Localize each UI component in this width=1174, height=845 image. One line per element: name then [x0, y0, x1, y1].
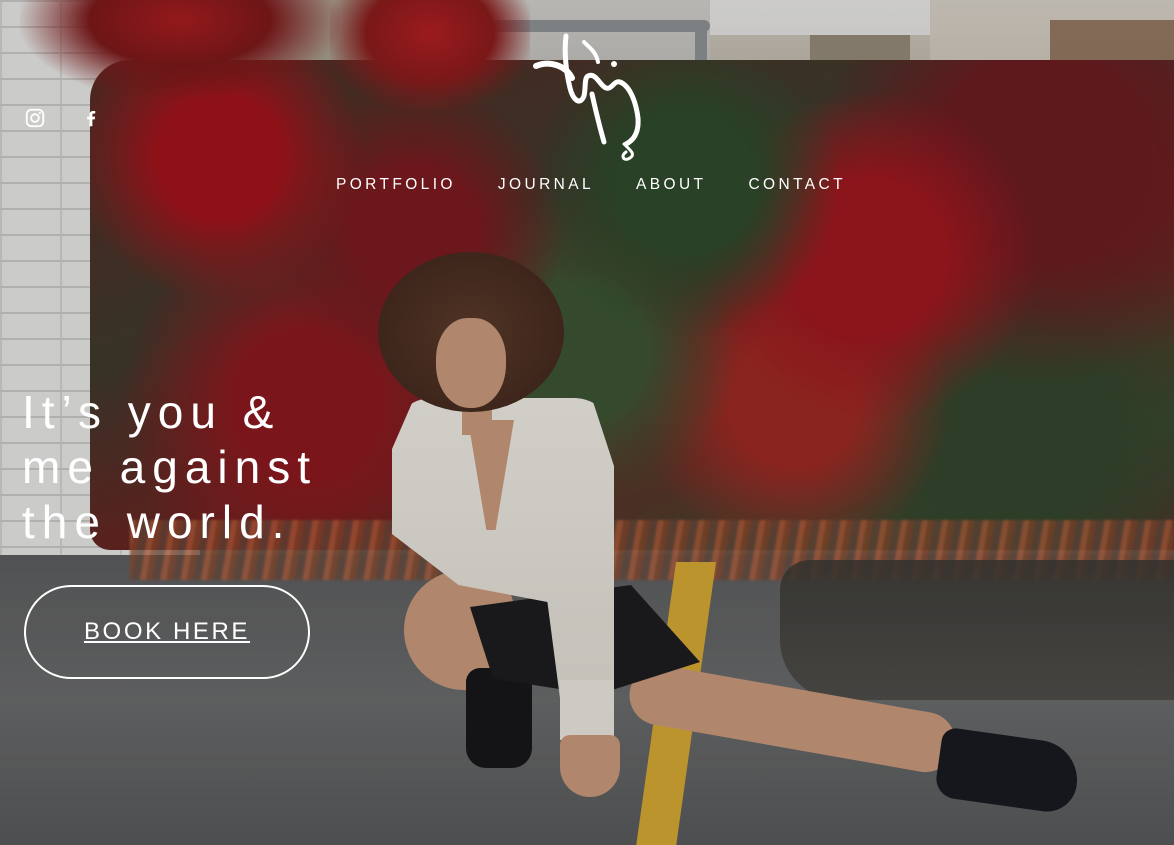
facebook-link[interactable] [80, 107, 102, 129]
hero-headline: It’s you & me against the world. [22, 385, 382, 550]
facebook-icon [87, 110, 96, 127]
site-logo[interactable] [526, 32, 650, 164]
instagram-icon [25, 108, 45, 128]
nav-portfolio[interactable]: PORTFOLIO [328, 176, 456, 194]
nav-journal[interactable]: JOURNAL [490, 176, 594, 194]
headline-line: the world. [22, 496, 292, 548]
hero-section: PORTFOLIO JOURNAL ABOUT CONTACT It’s you… [0, 0, 1174, 845]
book-here-button[interactable]: BOOK HERE [24, 585, 310, 679]
social-links [24, 107, 102, 129]
nav-about[interactable]: ABOUT [628, 176, 706, 194]
instagram-link[interactable] [24, 107, 46, 129]
headline-line: me against [22, 441, 318, 493]
nav-contact[interactable]: CONTACT [740, 176, 846, 194]
calligraphy-logo-icon [533, 33, 641, 161]
headline-line: It’s you & [22, 386, 281, 438]
main-nav: PORTFOLIO JOURNAL ABOUT CONTACT [0, 176, 1174, 194]
